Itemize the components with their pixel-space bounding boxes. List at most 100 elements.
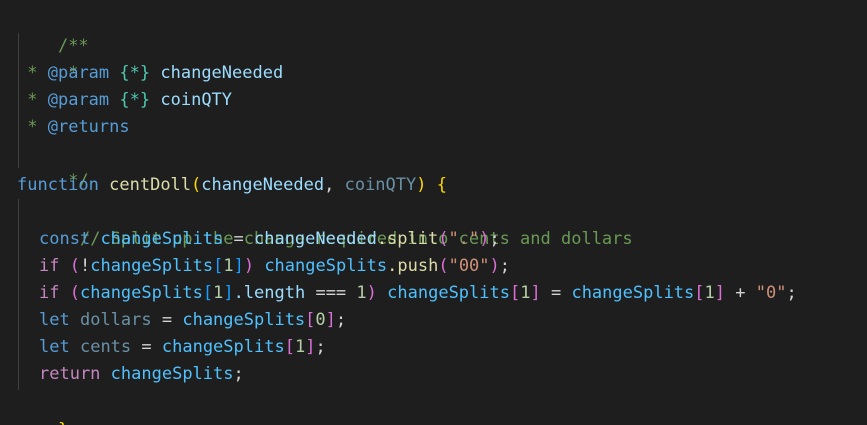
doc-param-type: {*} (119, 63, 151, 83)
semicolon: ; (233, 364, 244, 384)
const-keyword: const (39, 229, 91, 249)
function-param-unused: coinQTY (344, 175, 417, 195)
bracket-open: [ (509, 283, 521, 303)
string-literal: "00" (448, 256, 490, 276)
doc-param-type: {*} (119, 90, 151, 110)
variable-ref: changeSplits (90, 256, 214, 276)
assign-op: = (151, 310, 183, 330)
code-line-4[interactable]: * @param {*} coinQTY (17, 87, 232, 114)
number-literal: 1 (213, 283, 224, 303)
assign-op: = (540, 283, 572, 303)
semicolon: ; (315, 337, 326, 357)
bracket-close: ] (530, 283, 541, 303)
code-line-1[interactable]: /** (17, 6, 89, 56)
semicolon: ; (489, 229, 500, 249)
code-line-8[interactable]: // Split up the change required into cen… (39, 199, 633, 249)
code-line-6[interactable]: */ (17, 141, 88, 191)
paren-open: ( (191, 175, 202, 195)
semicolon: ; (786, 283, 797, 303)
variable-ref: changeSplits (110, 364, 234, 384)
semicolon: ; (499, 256, 511, 276)
paren-open: ( (438, 256, 449, 276)
if-keyword: if (39, 256, 60, 276)
semicolon: ; (335, 310, 347, 330)
brace-open: { (436, 175, 447, 195)
string-literal: "0" (755, 283, 787, 303)
code-line-11[interactable]: if (changeSplits[1].length === 1) change… (39, 280, 797, 307)
paren-close: ) (243, 256, 255, 276)
bracket-open: [ (213, 256, 224, 276)
assign-op: = (223, 229, 254, 249)
number-literal: 1 (704, 283, 715, 303)
code-editor[interactable]: /** * * @param {*} changeNeeded * @param… (0, 0, 867, 425)
paren-open: ( (438, 229, 449, 249)
bracket-close: ] (223, 283, 234, 303)
bracket-open: [ (202, 283, 214, 303)
function-name: centDoll (109, 175, 192, 195)
method-call: .split (376, 229, 439, 249)
bracket-close: ] (325, 310, 336, 330)
number-literal: 0 (315, 310, 326, 330)
paren-open: ( (69, 256, 80, 276)
code-line-15[interactable]: } (17, 390, 68, 425)
doc-returns-tag: @returns (47, 117, 130, 137)
variable-name: dollars (79, 310, 152, 330)
brace-close: } (58, 420, 68, 425)
not-op: ! (79, 256, 91, 276)
paren-close: ) (489, 256, 500, 276)
property-access: .length (233, 283, 306, 303)
variable-ref: changeSplits (571, 283, 695, 303)
plus-op: + (725, 283, 756, 303)
bracket-open: [ (284, 337, 295, 357)
compare-op: === (305, 283, 357, 303)
code-line-7[interactable]: function centDoll(changeNeeded, coinQTY)… (17, 172, 447, 199)
variable-ref: changeSplits (79, 283, 203, 303)
let-keyword: let (39, 337, 70, 357)
paren-open: ( (69, 283, 80, 303)
bracket-close: ] (233, 256, 244, 276)
code-line-3[interactable]: * @param {*} changeNeeded (17, 60, 283, 87)
doc-comment-star: * (17, 90, 38, 110)
paren-close: ) (479, 229, 490, 249)
number-literal: 1 (520, 283, 531, 303)
variable-name: changeSplits (100, 229, 224, 249)
number-literal: 1 (294, 337, 306, 357)
doc-param-name: changeNeeded (160, 63, 284, 83)
let-keyword: let (39, 310, 70, 330)
code-line-10[interactable]: if (!changeSplits[1]) changeSplits.push(… (39, 253, 510, 280)
variable-ref: changeSplits (182, 310, 306, 330)
code-line-14[interactable]: return changeSplits; (39, 361, 244, 388)
code-line-9[interactable]: const changeSplits = changeNeeded.split(… (39, 226, 500, 253)
return-keyword: return (39, 364, 101, 384)
string-literal: "." (448, 229, 480, 249)
variable-ref: changeSplits (264, 256, 388, 276)
variable-name: cents (79, 337, 132, 357)
paren-close: ) (416, 175, 427, 195)
variable-ref: changeSplits (161, 337, 285, 357)
number-literal: 1 (356, 283, 367, 303)
doc-comment-star: * (17, 63, 38, 83)
assign-op: = (131, 337, 162, 357)
code-line-13[interactable]: let cents = changeSplits[1]; (39, 334, 326, 361)
object-ref: changeNeeded (253, 229, 377, 249)
code-line-2[interactable]: * (17, 33, 78, 83)
function-keyword: function (17, 175, 99, 195)
indent-guide-body (18, 199, 19, 390)
bracket-open: [ (694, 283, 705, 303)
param-separator: , (324, 175, 345, 195)
bracket-close: ] (714, 283, 726, 303)
doc-param-tag: @param (47, 63, 110, 83)
bracket-open: [ (305, 310, 316, 330)
function-param: changeNeeded (201, 175, 325, 195)
code-line-5[interactable]: * @returns (17, 114, 130, 141)
variable-ref: changeSplits (387, 283, 510, 303)
bracket-close: ] (305, 337, 316, 357)
doc-comment-star: * (17, 117, 38, 137)
method-call: .push (387, 256, 439, 276)
paren-close: ) (366, 283, 377, 303)
number-literal: 1 (223, 256, 234, 276)
code-line-12[interactable]: let dollars = changeSplits[0]; (39, 307, 346, 334)
doc-param-tag: @param (47, 90, 110, 110)
doc-param-name: coinQTY (160, 90, 233, 110)
if-keyword: if (39, 283, 60, 303)
